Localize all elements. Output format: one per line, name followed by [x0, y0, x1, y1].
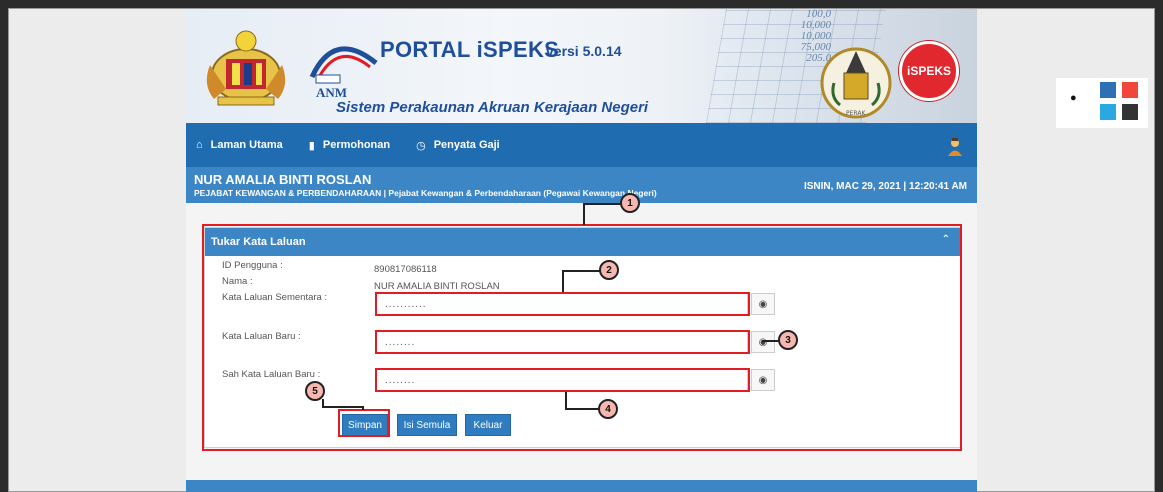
- callout-3: 3: [778, 330, 798, 350]
- main-nav: ⌂ Laman Utama ▮ Permohonan ◷ Penyata Gaj…: [186, 123, 977, 167]
- callout-1-line-down: [583, 203, 585, 225]
- annotation-box-confirm-password: [375, 368, 750, 392]
- color-drop-icon[interactable]: ●: [1070, 92, 1077, 104]
- annotation-box-temp-password: [375, 292, 750, 316]
- portal-version: versi 5.0.14: [546, 43, 622, 59]
- user-name: NUR AMALIA BINTI ROSLAN: [194, 172, 372, 187]
- portal-title: PORTAL iSPEKS: [380, 37, 560, 62]
- callout-4: 4: [598, 399, 618, 419]
- theme-switcher: ●: [1056, 78, 1148, 128]
- clock-icon: ◷: [416, 139, 426, 152]
- anm-logo-text: ANM: [316, 85, 347, 100]
- header-banner: 100,0 10,000 10,000 75,000 205.0 ANM POR…: [186, 9, 977, 123]
- nav-item-penyata-gaji[interactable]: ◷ Penyata Gaji: [416, 139, 500, 152]
- callout-4-line-down: [565, 392, 567, 409]
- theme-swatch-red[interactable]: [1122, 82, 1138, 98]
- perak-state-logo: PERAK: [820, 47, 892, 119]
- malaysia-crest-logo: [206, 30, 286, 106]
- user-info-bar: NUR AMALIA BINTI ROSLAN PEJABAT KEWANGAN…: [186, 167, 977, 203]
- theme-swatch-blue[interactable]: [1100, 82, 1116, 98]
- current-datetime: ISNIN, MAC 29, 2021 | 12:20:41 AM: [803, 181, 967, 192]
- callout-5-line-tip: [362, 406, 364, 410]
- portal-subtitle: Sistem Perakaunan Akruan Kerajaan Negeri: [336, 99, 649, 116]
- callout-5: 5: [305, 381, 325, 401]
- annotation-box-new-password: [375, 330, 750, 354]
- callout-5-line: [322, 406, 364, 408]
- nav-item-permohonan[interactable]: ▮ Permohonan: [309, 139, 390, 152]
- user-department: PEJABAT KEWANGAN & PERBENDAHARAAN | Peja…: [194, 188, 657, 198]
- callout-1-line: [583, 203, 623, 205]
- callout-2-line-down: [562, 270, 564, 292]
- next-section-bar: [186, 480, 977, 492]
- callout-1: 1: [620, 193, 640, 213]
- theme-swatch-dark[interactable]: [1122, 104, 1138, 120]
- callout-2-line: [562, 270, 600, 272]
- callout-2: 2: [599, 260, 619, 280]
- book-icon: ▮: [308, 139, 315, 152]
- nav-item-laman-utama[interactable]: ⌂ Laman Utama: [196, 139, 283, 151]
- theme-swatch-light-blue[interactable]: [1100, 104, 1116, 120]
- user-avatar-icon[interactable]: [945, 137, 965, 157]
- perak-logo-text: PERAK: [846, 110, 866, 117]
- annotation-box-save: [338, 409, 390, 437]
- callout-4-line: [565, 408, 600, 410]
- ispeks-logo: iSPEKS: [899, 41, 959, 101]
- home-icon: ⌂: [196, 139, 203, 151]
